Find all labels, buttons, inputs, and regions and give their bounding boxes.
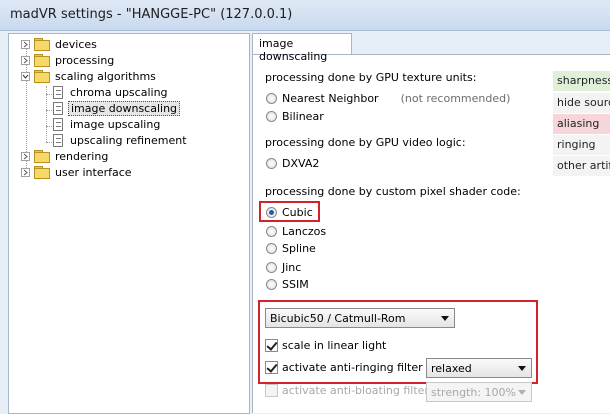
radio-button[interactable] — [266, 111, 277, 122]
legend-other-artifacts: other artifa — [553, 156, 610, 176]
radio-label: Lanczos — [282, 225, 327, 238]
window-title: madVR settings - "HANGGE-PC" (127.0.0.1) — [10, 7, 293, 22]
dropdown-arrow-icon — [518, 366, 526, 371]
dropdown-arrow-icon — [518, 390, 526, 395]
tree-label: processing — [55, 53, 115, 67]
radio-button[interactable] — [266, 262, 277, 273]
tree-label: image upscaling — [70, 117, 161, 131]
expand-icon[interactable] — [21, 167, 30, 177]
legend-aliasing: aliasing — [553, 114, 610, 134]
radio-label: Cubic — [282, 206, 313, 219]
checkbox-label: scale in linear light — [282, 339, 387, 352]
settings-tree[interactable]: devices processing scaling algorithms ch… — [8, 33, 250, 414]
cubic-variant-select[interactable]: Bicubic50 / Catmull-Rom — [265, 308, 455, 328]
tree-label: chroma upscaling — [70, 85, 168, 99]
radio-dxva2[interactable]: DXVA2 — [266, 157, 319, 170]
title-bar: madVR settings - "HANGGE-PC" (127.0.0.1) — [0, 0, 610, 31]
cubic-variant-value: Bicubic50 / Catmull-Rom — [270, 312, 406, 325]
anti-ringing-mode-value: relaxed — [431, 362, 472, 375]
radio-label: Nearest Neighbor — [282, 92, 379, 105]
radio-button[interactable] — [266, 158, 277, 169]
folder-icon — [34, 54, 50, 67]
checkbox-label: activate anti-ringing filter — [282, 361, 423, 374]
radio-jinc[interactable]: Jinc — [266, 261, 301, 274]
folder-icon — [34, 38, 50, 51]
folder-icon — [34, 150, 50, 163]
radio-ssim[interactable]: SSIM — [266, 278, 309, 291]
checkbox-anti-ringing[interactable]: activate anti-ringing filter — [265, 361, 423, 374]
not-recommended-note: (not recommended) — [400, 92, 511, 105]
tree-item-upscaling-refinement[interactable]: upscaling refinement — [53, 132, 189, 148]
radio-label: SSIM — [282, 278, 309, 291]
page-icon — [53, 101, 63, 115]
expand-icon[interactable] — [21, 151, 30, 161]
radio-button-selected[interactable] — [266, 207, 277, 218]
radio-bilinear[interactable]: Bilinear — [266, 110, 324, 123]
radio-button[interactable] — [266, 243, 277, 254]
checkbox-anti-bloating[interactable]: activate anti-bloating filter — [265, 384, 429, 397]
checkbox-unchecked[interactable] — [265, 384, 278, 397]
page-icon — [53, 117, 63, 131]
folder-icon — [34, 166, 50, 179]
section-gpu-texture-label: processing done by GPU texture units: — [265, 71, 477, 84]
expand-icon[interactable] — [21, 39, 30, 49]
radio-button[interactable] — [266, 279, 277, 290]
radio-label: Jinc — [282, 261, 302, 274]
checkbox-checked[interactable] — [265, 339, 278, 352]
legend-hide-source: hide source — [553, 93, 610, 113]
tree-label: upscaling refinement — [70, 133, 187, 147]
tree-label-selected: image downscaling — [68, 100, 181, 116]
tree-item-chroma-upscaling[interactable]: chroma upscaling — [53, 84, 170, 100]
tree-item-scaling-algorithms[interactable]: scaling algorithms — [21, 68, 158, 84]
radio-label: Spline — [282, 242, 316, 255]
tree-label: rendering — [55, 149, 109, 163]
dropdown-arrow-icon — [441, 316, 449, 321]
page-icon — [53, 133, 63, 147]
checkbox-checked[interactable] — [265, 361, 278, 374]
tree-item-user-interface[interactable]: user interface — [21, 164, 134, 180]
radio-label: DXVA2 — [282, 157, 320, 170]
tree-item-processing[interactable]: processing — [21, 52, 116, 68]
folder-open-icon — [34, 70, 50, 83]
checkbox-label: activate anti-bloating filter — [282, 384, 429, 397]
anti-bloating-strength-select[interactable]: strength: 100% — [426, 382, 532, 402]
radio-nearest-neighbor[interactable]: Nearest Neighbor (not recommended) — [266, 92, 510, 105]
radio-button[interactable] — [266, 226, 277, 237]
collapse-icon[interactable] — [21, 71, 30, 81]
radio-spline[interactable]: Spline — [266, 242, 316, 255]
expand-icon[interactable] — [21, 55, 30, 65]
tree-item-image-downscaling[interactable]: image downscaling — [53, 100, 181, 116]
radio-lanczos[interactable]: Lanczos — [266, 225, 326, 238]
tab-image-downscaling[interactable]: image downscaling — [252, 33, 352, 63]
tree-label: devices — [55, 37, 97, 51]
strength-value: strength: 100% — [431, 386, 516, 399]
tree-item-devices[interactable]: devices — [21, 36, 99, 52]
page-icon — [53, 85, 63, 99]
section-gpu-video-label: processing done by GPU video logic: — [265, 136, 466, 149]
section-pixel-shader-label: processing done by custom pixel shader c… — [265, 185, 521, 198]
tree-item-image-upscaling[interactable]: image upscaling — [53, 116, 162, 132]
radio-label: Bilinear — [282, 110, 324, 123]
tree-label: user interface — [55, 165, 132, 179]
legend-sharpness: sharpness — [553, 71, 610, 91]
legend-ringing: ringing — [553, 135, 610, 155]
tree-item-rendering[interactable]: rendering — [21, 148, 110, 164]
tree-label: scaling algorithms — [55, 69, 156, 83]
checkbox-linear-light[interactable]: scale in linear light — [265, 339, 386, 352]
anti-ringing-mode-select[interactable]: relaxed — [426, 358, 532, 378]
radio-cubic[interactable]: Cubic — [266, 206, 313, 219]
radio-button[interactable] — [266, 93, 277, 104]
